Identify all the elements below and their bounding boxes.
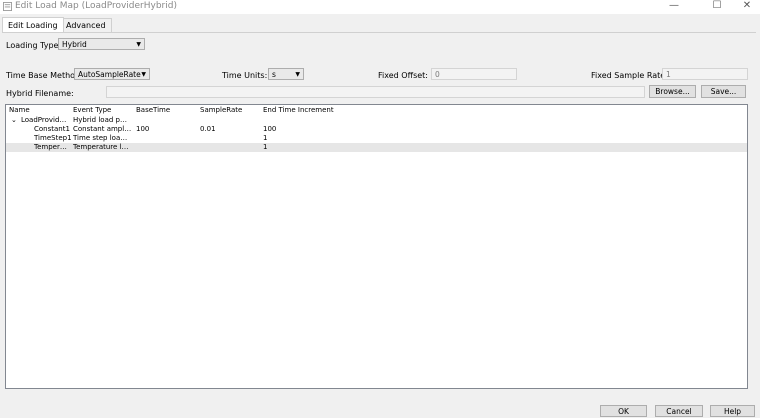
fixed-sample-rate-label: Fixed Sample Rate: (591, 71, 668, 80)
column-header-name[interactable]: Name (9, 106, 30, 115)
hybrid-filename-label: Hybrid Filename: (6, 89, 74, 98)
fixed-sample-rate-field[interactable]: 1 (662, 68, 748, 80)
chevron-down-icon: ▼ (295, 71, 300, 78)
row-base-time: 100 (136, 125, 150, 133)
tab-strip: Edit Loading Advanced (0, 17, 760, 32)
tree-row[interactable]: ⌄ LoadProvid… Hybrid load p… (6, 116, 747, 125)
time-units-select[interactable]: s ▼ (268, 68, 304, 80)
app-icon (3, 2, 12, 11)
hybrid-filename-field[interactable] (106, 86, 645, 98)
row-name: Temper… (34, 143, 67, 151)
fixed-sample-rate-value: 1 (666, 70, 671, 79)
help-button[interactable]: Help (710, 405, 755, 417)
fixed-offset-value: 0 (435, 70, 440, 79)
row-end-time-increment: 100 (263, 125, 277, 133)
tree-row[interactable]: Constant1 Constant ampl… 100 0.01 100 (6, 125, 747, 134)
column-header-base-time[interactable]: BaseTime (136, 106, 170, 115)
tree-row-selected[interactable]: Temper… Temperature l… 1 (6, 143, 747, 152)
save-button[interactable]: Save... (701, 85, 746, 98)
time-base-method-value: AutoSampleRate (78, 70, 141, 79)
time-base-method-label: Time Base Method: (6, 71, 83, 80)
row-name: LoadProvid… (21, 116, 67, 124)
tab-edit-loading[interactable]: Edit Loading (2, 17, 64, 32)
row-end-time-increment: 1 (263, 134, 268, 142)
chevron-down-icon: ▼ (141, 71, 146, 78)
tab-label: Advanced (66, 21, 106, 30)
maximize-icon[interactable]: ☐ (704, 0, 730, 13)
tree-header: Name Event Type BaseTime SampleRate End … (6, 105, 747, 115)
time-units-value: s (272, 70, 276, 79)
cancel-button[interactable]: Cancel (655, 405, 703, 417)
window-title: Edit Load Map (LoadProviderHybrid) (15, 1, 177, 11)
minimize-icon[interactable]: — (661, 0, 687, 13)
row-event-type: Temperature l… (73, 143, 129, 151)
loading-type-select[interactable]: Hybrid ▼ (58, 38, 145, 50)
tree-row[interactable]: TimeStep1 Time step loa… 1 (6, 134, 747, 143)
loading-type-label: Loading Type: (6, 41, 62, 50)
column-header-end-time-increment[interactable]: End Time Increment (263, 106, 334, 115)
tab-advanced[interactable]: Advanced (60, 18, 112, 32)
row-event-type: Time step loa… (73, 134, 128, 142)
row-sample-rate: 0.01 (200, 125, 216, 133)
fixed-offset-field[interactable]: 0 (431, 68, 517, 80)
row-name: TimeStep1 (34, 134, 71, 142)
column-header-event-type[interactable]: Event Type (73, 106, 111, 115)
close-icon[interactable]: ✕ (734, 0, 760, 13)
column-header-sample-rate[interactable]: SampleRate (200, 106, 242, 115)
row-name: Constant1 (34, 125, 70, 133)
row-end-time-increment: 1 (263, 143, 268, 151)
time-units-label: Time Units: (222, 71, 268, 80)
fixed-offset-label: Fixed Offset: (378, 71, 429, 80)
title-bar: Edit Load Map (LoadProviderHybrid) — ☐ ✕ (0, 0, 760, 14)
row-event-type: Hybrid load p… (73, 116, 127, 124)
expand-chevron-icon[interactable]: ⌄ (11, 116, 17, 125)
chevron-down-icon: ▼ (136, 41, 141, 48)
row-event-type: Constant ampl… (73, 125, 132, 133)
ok-button[interactable]: OK (600, 405, 647, 417)
tab-label: Edit Loading (8, 21, 58, 30)
time-base-method-select[interactable]: AutoSampleRate ▼ (74, 68, 150, 80)
load-events-tree[interactable]: Name Event Type BaseTime SampleRate End … (5, 104, 748, 389)
loading-type-value: Hybrid (62, 40, 87, 49)
browse-button[interactable]: Browse... (649, 85, 696, 98)
